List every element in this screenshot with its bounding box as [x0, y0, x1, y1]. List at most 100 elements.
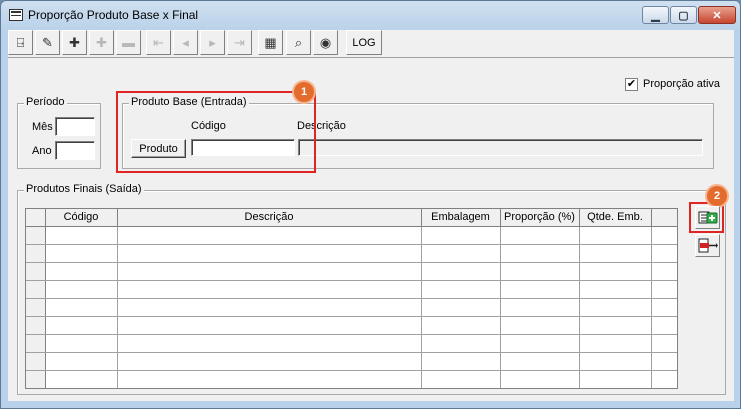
grid-cell[interactable]	[117, 226, 422, 245]
grid-cell[interactable]	[579, 280, 652, 299]
grid-cell[interactable]	[45, 316, 118, 335]
table-row[interactable]	[26, 226, 677, 245]
log-button[interactable]: LOG	[346, 30, 382, 55]
row-header-cell[interactable]	[26, 316, 46, 335]
column-header-proporcao[interactable]: Proporção (%)	[500, 209, 580, 227]
grid-cell[interactable]	[421, 352, 501, 371]
grid-cell[interactable]	[45, 280, 118, 299]
grid-cell[interactable]	[45, 352, 118, 371]
add-row-icon	[698, 211, 718, 224]
table-row[interactable]	[26, 316, 677, 335]
eraser-button[interactable]: ✎	[35, 30, 60, 55]
grid-cell[interactable]	[500, 226, 580, 245]
previous-record-icon: ◂	[182, 34, 189, 50]
ano-input[interactable]	[55, 141, 95, 160]
grid-cell[interactable]	[117, 244, 422, 263]
grid-cell[interactable]	[500, 352, 580, 371]
row-header-cell[interactable]	[26, 262, 46, 281]
column-header-codigo[interactable]: Código	[45, 209, 118, 227]
grid-cell[interactable]	[117, 280, 422, 299]
column-header-embalagem[interactable]: Embalagem	[421, 209, 501, 227]
grid-cell[interactable]	[500, 298, 580, 317]
table-row[interactable]	[26, 370, 677, 388]
grid-cell[interactable]	[45, 244, 118, 263]
grid-cell[interactable]	[579, 352, 652, 371]
grid-cell[interactable]	[45, 370, 118, 388]
callout-number-2: 2	[713, 190, 721, 202]
spreadsheet-icon: ▦	[264, 34, 277, 50]
grid-cell[interactable]	[45, 334, 118, 353]
grid-cell[interactable]	[579, 226, 652, 245]
proporcao-ativa-label: Proporção ativa	[643, 78, 721, 90]
grid-cell[interactable]	[117, 370, 422, 388]
exit-door-button[interactable]: ⍈	[8, 30, 33, 55]
column-header-descricao[interactable]: Descrição	[117, 209, 422, 227]
grid-cell[interactable]	[421, 280, 501, 299]
grid-cell[interactable]	[117, 262, 422, 281]
grid-cell[interactable]	[421, 370, 501, 388]
title-bar[interactable]: Proporção Produto Base x Final ▁ ▢ ✕	[1, 1, 740, 29]
grid-cell[interactable]	[579, 334, 652, 353]
proporcao-ativa-checkbox[interactable]: ✔	[625, 78, 638, 91]
row-header-cell[interactable]	[26, 226, 46, 245]
grid-cell[interactable]	[117, 298, 422, 317]
callout-badge-1: 1	[294, 82, 314, 102]
row-header-cell[interactable]	[26, 280, 46, 299]
grid-cell[interactable]	[45, 226, 118, 245]
grid-cell[interactable]	[579, 244, 652, 263]
row-header-cell[interactable]	[26, 334, 46, 353]
table-row[interactable]	[26, 334, 677, 353]
grid-cell[interactable]	[500, 370, 580, 388]
add-item-button[interactable]	[695, 206, 720, 229]
row-header-cell[interactable]	[26, 298, 46, 317]
grid-cell[interactable]	[579, 298, 652, 317]
table-row[interactable]	[26, 262, 677, 281]
edit-record-button: ✚	[89, 30, 114, 55]
camera-button[interactable]: ◉	[313, 30, 338, 55]
add-record-button[interactable]: ✚	[62, 30, 87, 55]
table-row[interactable]	[26, 352, 677, 371]
grid-cell[interactable]	[117, 316, 422, 335]
grid-cell[interactable]	[45, 298, 118, 317]
grid-cell[interactable]	[117, 334, 422, 353]
grid-cell[interactable]	[421, 298, 501, 317]
grid-cell[interactable]	[579, 262, 652, 281]
row-header-cell[interactable]	[26, 352, 46, 371]
grid-cell[interactable]	[500, 316, 580, 335]
exit-door-icon: ⍈	[16, 34, 25, 50]
column-header-qtde-emb[interactable]: Qtde. Emb.	[579, 209, 652, 227]
grid-cell[interactable]	[500, 280, 580, 299]
mes-input[interactable]	[55, 117, 95, 136]
grid-cell[interactable]	[117, 352, 422, 371]
grid-cell[interactable]	[500, 334, 580, 353]
close-button[interactable]: ✕	[698, 6, 736, 24]
grid-cell-blank	[651, 244, 677, 263]
grid-cell-blank	[651, 298, 677, 317]
callout-number-1: 1	[300, 86, 308, 98]
grid-cell[interactable]	[421, 262, 501, 281]
grid-cell[interactable]	[500, 244, 580, 263]
row-header-cell[interactable]	[26, 244, 46, 263]
row-header-cell[interactable]	[26, 370, 46, 388]
table-row[interactable]	[26, 298, 677, 317]
grid-cell-blank	[651, 334, 677, 353]
table-row[interactable]	[26, 280, 677, 299]
maximize-button[interactable]: ▢	[670, 6, 697, 24]
remove-item-button[interactable]	[695, 234, 720, 257]
binoculars-button[interactable]: ⌕	[286, 30, 311, 55]
grid-cell[interactable]	[421, 334, 501, 353]
grid-cell[interactable]	[579, 316, 652, 335]
grid-cell-blank	[651, 370, 677, 388]
grid-cell[interactable]	[421, 226, 501, 245]
grid-cell[interactable]	[579, 370, 652, 388]
grid-cell[interactable]	[45, 262, 118, 281]
minimize-button[interactable]: ▁	[642, 6, 669, 24]
grid-cell[interactable]	[421, 316, 501, 335]
last-record-button: ⇥	[227, 30, 252, 55]
mes-label: Mês	[32, 121, 53, 133]
produtos-finais-grid[interactable]: Código Descrição Embalagem Proporção (%)…	[25, 208, 678, 389]
grid-cell[interactable]	[500, 262, 580, 281]
table-row[interactable]	[26, 244, 677, 263]
spreadsheet-button[interactable]: ▦	[258, 30, 283, 55]
grid-cell[interactable]	[421, 244, 501, 263]
